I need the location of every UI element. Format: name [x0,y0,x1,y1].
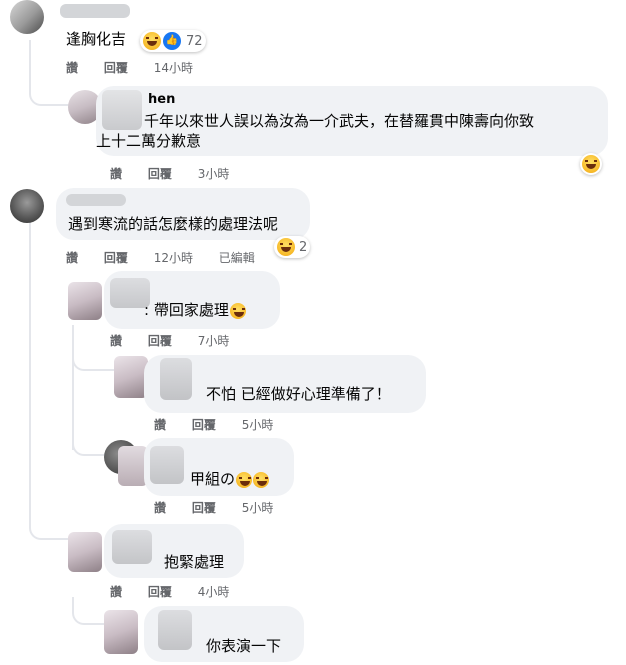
name-blurred [160,358,192,400]
comment-text-line1: 千年以來世人誤以為汝為一介武夫，在替羅貫中陳壽向你致 [144,112,535,130]
commenter-name-blurred [60,4,130,18]
comment-text: 抱緊處理 [164,553,225,571]
comment-bubble: hen 千年以來世人誤以為汝為一介武夫，在替羅貫中陳壽向你致 上十二萬分歉意 [96,86,608,156]
grin-emoji-icon [229,302,246,319]
reply-button[interactable]: 回覆 [148,585,172,599]
reaction-count: 2 [299,239,308,255]
avatar[interactable] [104,610,138,654]
name-blurred [150,446,184,484]
edited-label: 已編輯 [218,251,255,265]
name-blurred [102,90,142,130]
commenter-name[interactable]: hen [148,92,596,108]
timestamp[interactable]: 14小時 [154,61,193,75]
like-button[interactable]: 讚 [154,418,166,432]
avatar[interactable] [68,532,102,572]
timestamp[interactable]: 5小時 [242,501,274,515]
comment-actions: 讚 回覆 4小時 [110,583,251,600]
like-button[interactable]: 讚 [66,251,78,265]
timestamp[interactable]: 5小時 [242,418,274,432]
commenter-name-blurred [66,194,126,206]
comment-text: : 帶回家處理 [144,300,246,320]
like-button[interactable]: 讚 [110,334,122,348]
rofl-emoji-icon [253,471,270,488]
comment-text: 你表演一下 [206,637,282,655]
avatar[interactable] [68,282,102,320]
reply-button[interactable]: 回覆 [104,61,128,75]
reply-button[interactable]: 回覆 [148,334,172,348]
laughing-emoji-icon [143,32,161,50]
comment-bubble: 遇到寒流的話怎麼樣的處理法呢 [56,188,310,240]
thread-connector-2 [29,270,71,292]
avatar[interactable] [10,189,44,223]
timestamp[interactable]: 4小時 [198,585,230,599]
reaction-summary[interactable]: 👍 72 [140,30,206,52]
reply-button[interactable]: 回覆 [104,251,128,265]
reaction-summary[interactable]: 2 [274,236,311,258]
comment-text: 不怕 已經做好心理準備了！ [206,385,391,403]
thread-connector-1 [29,78,71,106]
laughing-emoji-icon [277,238,295,256]
comment-text: 遇到寒流的話怎麼樣的處理法呢 [68,215,279,233]
like-button[interactable]: 讚 [110,167,122,181]
comment-actions: 讚 回覆 7小時 [110,332,251,349]
avatar[interactable] [114,356,148,398]
rofl-emoji-icon [236,471,253,488]
reply-button[interactable]: 回覆 [192,418,216,432]
timestamp[interactable]: 3小時 [198,167,230,181]
comment-actions: 讚 回覆 5小時 [154,499,295,516]
thread-line-1 [29,40,31,80]
avatar[interactable] [10,0,44,34]
comment-text: 逢胸化吉 [66,30,127,48]
comment-actions: 讚 回覆 12小時 已編輯 [66,249,277,266]
timestamp[interactable]: 12小時 [154,251,193,265]
comment-actions: 讚 回覆 3小時 [110,165,251,182]
like-button[interactable]: 讚 [66,61,78,75]
like-icon: 👍 [163,32,181,50]
laughing-emoji-icon [582,155,600,173]
like-button[interactable]: 讚 [154,501,166,515]
comment-actions: 讚 回覆 5小時 [154,416,295,433]
comment-text: 甲組の [190,469,270,489]
reply-button[interactable]: 回覆 [148,167,172,181]
thread-line-2 [29,222,31,522]
name-blurred [112,530,152,564]
like-button[interactable]: 讚 [110,585,122,599]
reaction-summary[interactable] [580,153,602,175]
thread-connector-3 [29,512,73,540]
reply-button[interactable]: 回覆 [192,501,216,515]
reaction-count: 72 [186,33,203,49]
comment-text-line2: 上十二萬分歉意 [96,132,202,150]
comment-actions: 讚 回覆 14小時 [66,59,215,76]
timestamp[interactable]: 7小時 [198,334,230,348]
name-blurred [158,610,192,650]
